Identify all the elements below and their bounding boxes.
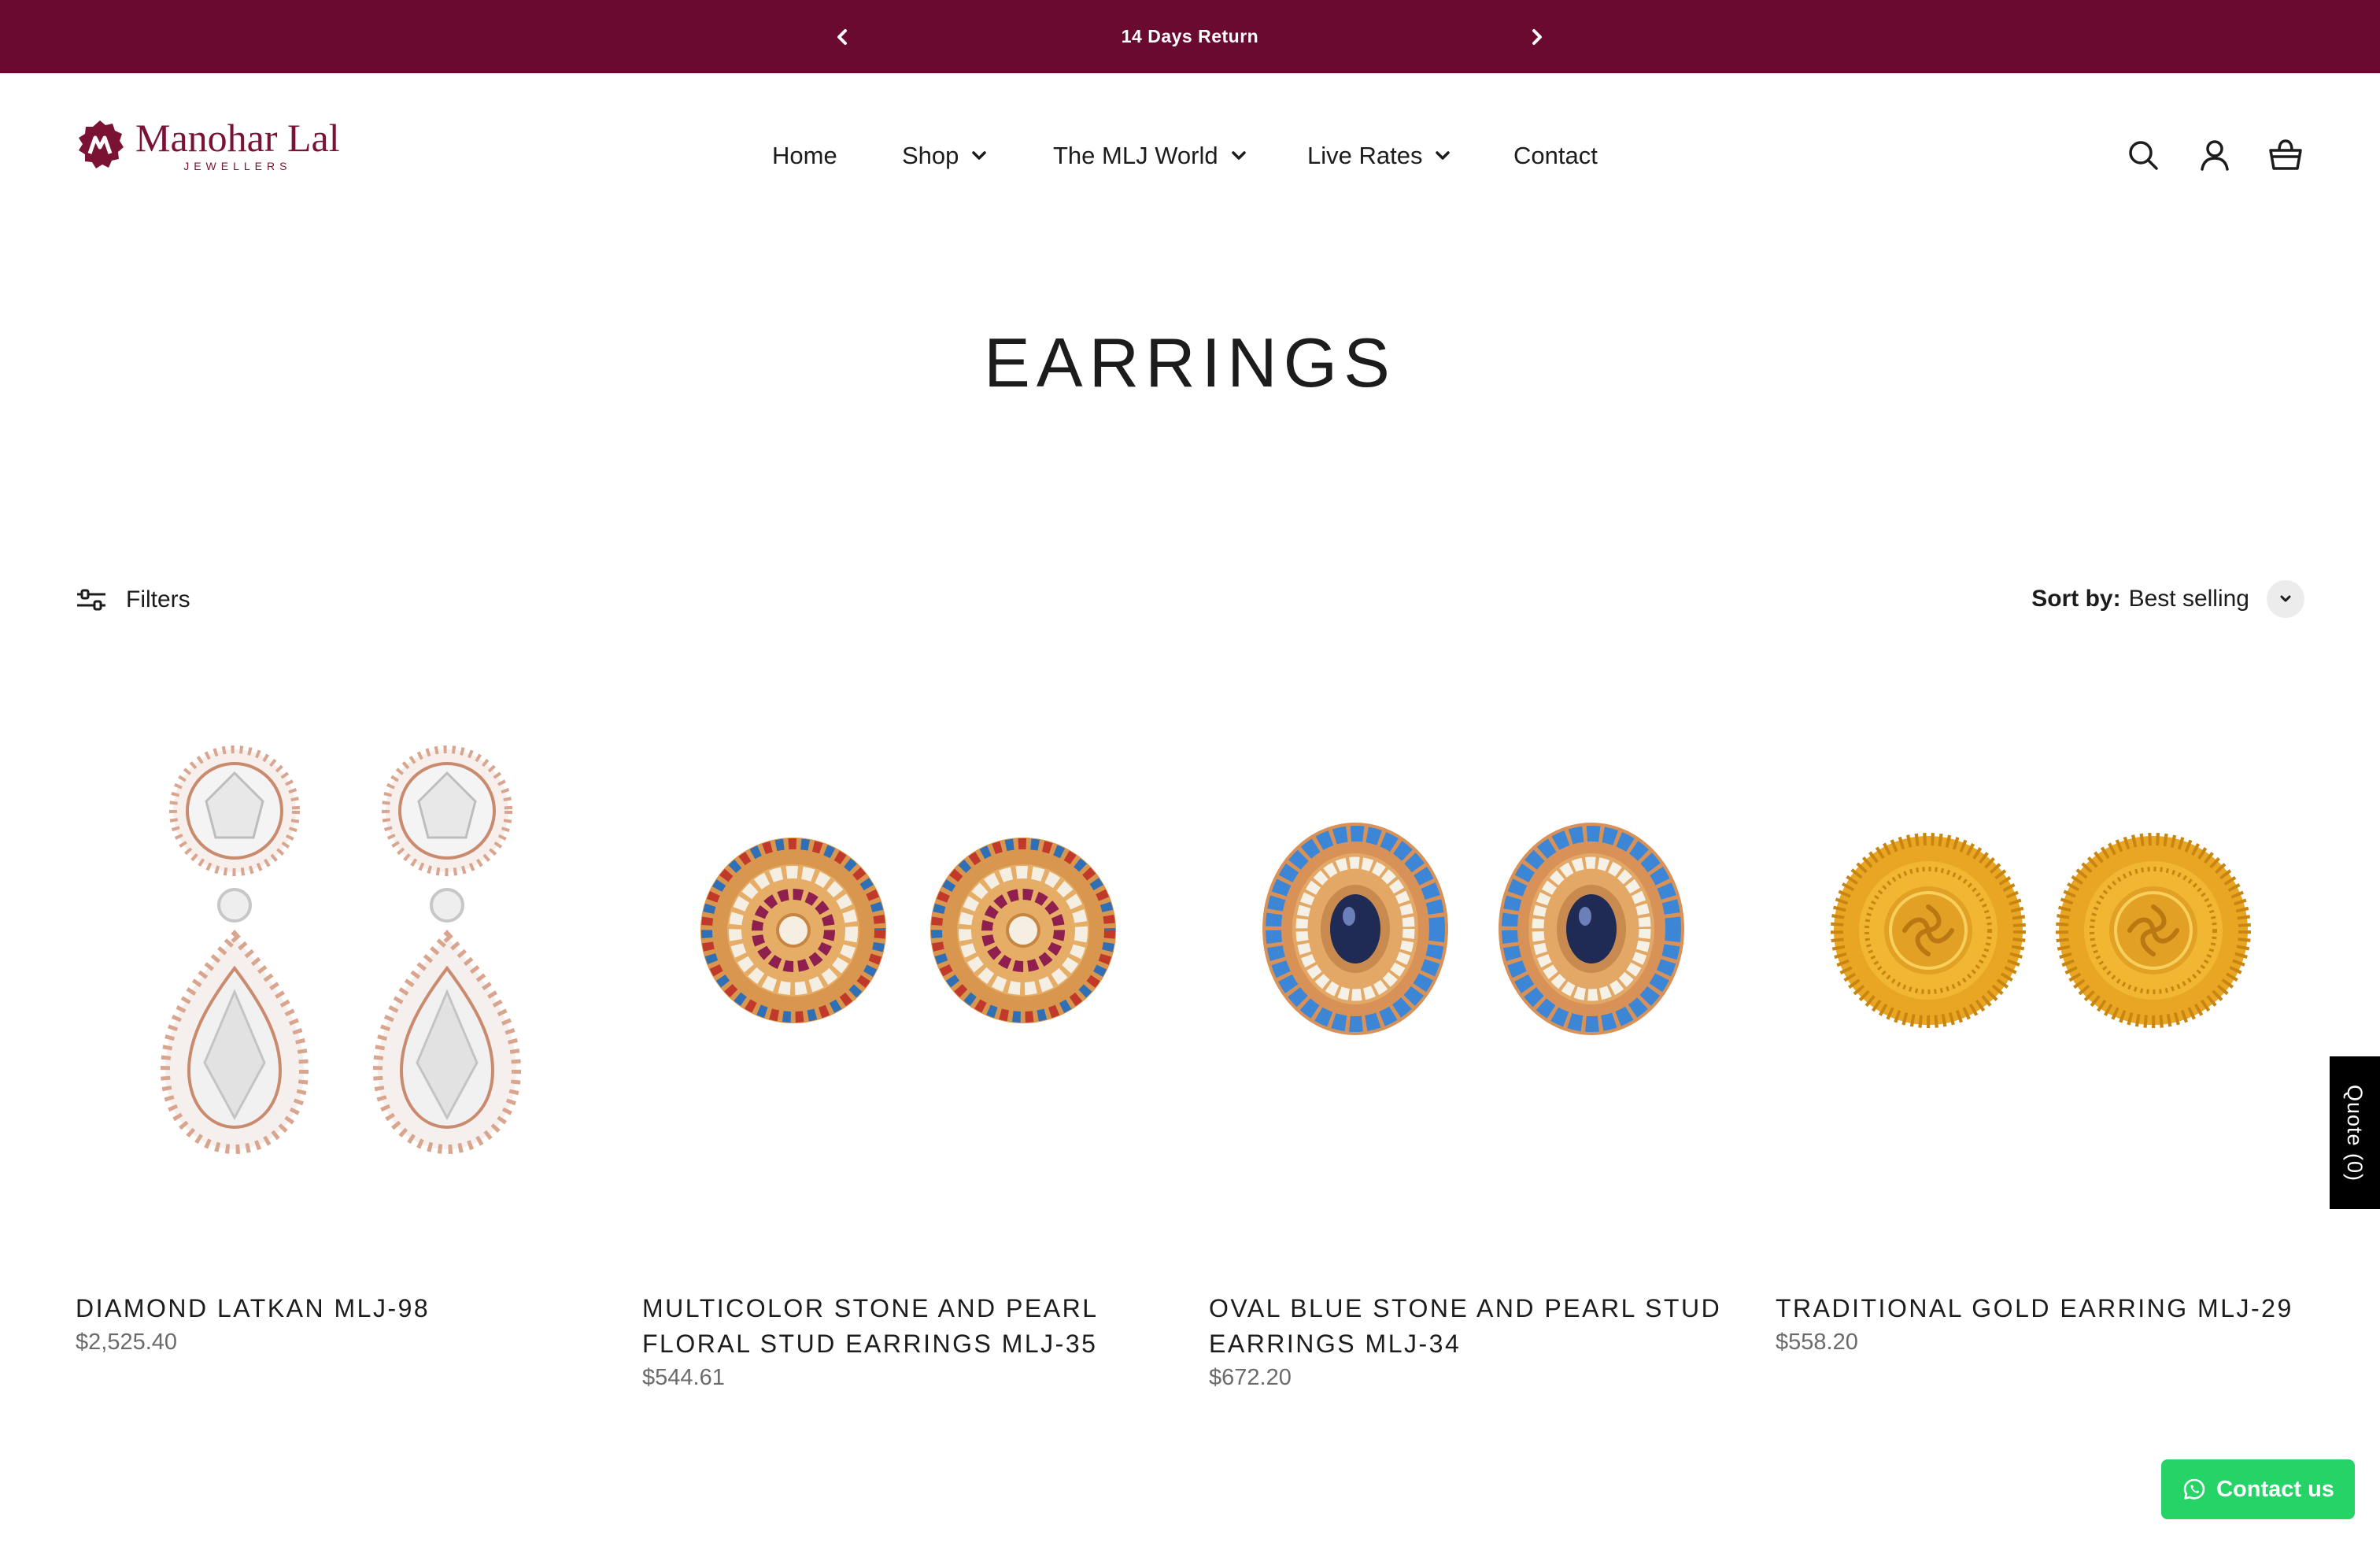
chevron-left-icon — [837, 29, 847, 45]
product-price: $558.20 — [1776, 1330, 1858, 1355]
main-nav: Home Shop The MLJ World Live Rates Conta… — [0, 136, 2380, 176]
nav-item-label: Contact — [1513, 142, 1598, 169]
quote-label: Quote (0) — [2343, 1084, 2367, 1182]
nav-item-mlj-world[interactable]: The MLJ World — [1053, 136, 1247, 176]
product-grid: DIAMOND LATKAN MLJ-98 $2,525.40 MULTICOL… — [76, 693, 2304, 1390]
chevron-down-icon — [1436, 151, 1451, 160]
floral-stud-earrings-image — [700, 838, 1116, 1023]
product-card[interactable]: DIAMOND LATKAN MLJ-98 $2,525.40 — [76, 693, 604, 1356]
site-header: Manohar Lal JEWELLERS Home Shop The MLJ … — [0, 73, 2380, 231]
nav-item-label: Live Rates — [1307, 142, 1423, 169]
product-image[interactable] — [1776, 693, 2304, 1222]
nav-item-label: Shop — [902, 142, 959, 169]
sort-toggle[interactable] — [2267, 580, 2304, 618]
contact-us-label: Contact us — [2216, 1476, 2334, 1502]
nav-item-contact[interactable]: Contact — [1513, 136, 1598, 176]
diamond-latkan-image — [160, 745, 522, 1155]
nav-item-live-rates[interactable]: Live Rates — [1307, 136, 1451, 176]
chevron-down-icon — [2280, 595, 2291, 602]
oval-blue-stud-earrings-image — [1262, 823, 1684, 1035]
product-image[interactable] — [642, 693, 1171, 1222]
product-price: $544.61 — [642, 1365, 725, 1390]
product-price: $672.20 — [1209, 1365, 1292, 1390]
filters-label: Filters — [126, 586, 190, 612]
announcement-text: 14 Days Return — [1121, 26, 1259, 46]
product-image[interactable] — [76, 693, 604, 1222]
page-title: EARRINGS — [984, 324, 1396, 401]
product-image[interactable] — [1209, 693, 1738, 1222]
gold-earring-image — [1831, 833, 2251, 1028]
search-icon[interactable] — [2124, 136, 2162, 174]
cart-icon[interactable] — [2267, 136, 2304, 174]
product-card[interactable]: OVAL BLUE STONE AND PEARL STUD EARRINGS … — [1209, 693, 1738, 1391]
product-title[interactable]: OVAL BLUE STONE AND PEARL STUD EARRINGS … — [1209, 1291, 1738, 1362]
announcement-bar: 14 Days Return — [0, 0, 2380, 73]
quote-tab[interactable]: Quote (0) — [2330, 1056, 2380, 1209]
sort-select[interactable]: Sort by: Best selling — [2031, 578, 2304, 620]
contact-us-button[interactable]: Contact us — [2161, 1459, 2355, 1519]
nav-item-home[interactable]: Home — [772, 136, 837, 176]
announcement-next-button[interactable] — [1517, 17, 1557, 57]
chevron-down-icon — [972, 151, 987, 160]
nav-item-shop[interactable]: Shop — [902, 136, 987, 176]
product-title[interactable]: MULTICOLOR STONE AND PEARL FLORAL STUD E… — [642, 1291, 1171, 1362]
announcement-prev-button[interactable] — [822, 17, 862, 57]
whatsapp-icon — [2183, 1478, 2205, 1500]
sort-value: Best selling — [2128, 586, 2249, 612]
sort-key-label: Sort by: — [2031, 586, 2121, 612]
product-card[interactable]: TRADITIONAL GOLD EARRING MLJ-29 $558.20 — [1776, 693, 2304, 1356]
nav-item-label: Home — [772, 142, 837, 169]
chevron-right-icon — [1532, 29, 1542, 45]
chevron-down-icon — [1231, 151, 1246, 160]
product-title[interactable]: TRADITIONAL GOLD EARRING MLJ-29 — [1776, 1291, 2304, 1326]
product-price: $2,525.40 — [76, 1330, 178, 1355]
nav-item-label: The MLJ World — [1053, 142, 1218, 169]
filters-button[interactable]: Filters — [76, 583, 190, 617]
product-title[interactable]: DIAMOND LATKAN MLJ-98 — [76, 1291, 604, 1326]
sliders-icon — [77, 589, 105, 611]
account-icon[interactable] — [2196, 136, 2234, 174]
product-card[interactable]: MULTICOLOR STONE AND PEARL FLORAL STUD E… — [642, 693, 1171, 1391]
